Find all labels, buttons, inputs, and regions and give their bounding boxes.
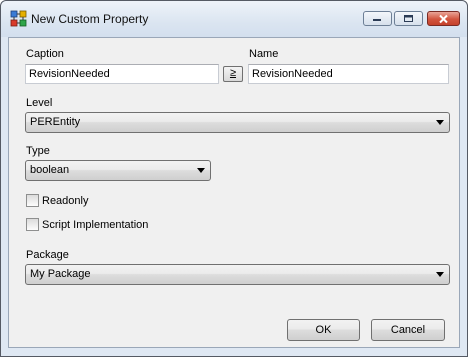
- minimize-icon: [373, 18, 381, 21]
- level-select-value: PEREntity: [30, 116, 81, 128]
- chevron-down-icon: [436, 120, 444, 125]
- caption-input[interactable]: RevisionNeeded: [25, 64, 219, 84]
- package-label: Package: [26, 249, 69, 261]
- caption-label: Caption: [26, 48, 64, 60]
- level-label: Level: [26, 97, 53, 109]
- copy-caption-to-name-button[interactable]: ≥: [223, 66, 243, 82]
- minimize-button[interactable]: [363, 11, 392, 26]
- ok-button[interactable]: OK: [287, 319, 360, 341]
- name-input[interactable]: RevisionNeeded: [248, 64, 449, 84]
- chevron-down-icon: [436, 272, 444, 277]
- type-select[interactable]: boolean: [25, 160, 211, 181]
- name-label: Name: [249, 48, 279, 60]
- cancel-button[interactable]: Cancel: [371, 319, 445, 341]
- maximize-button[interactable]: [394, 11, 423, 26]
- type-label: Type: [26, 145, 50, 157]
- type-select-value: boolean: [30, 164, 70, 176]
- package-select[interactable]: My Package: [25, 264, 450, 285]
- dialog-body: Caption RevisionNeeded ≥ Name RevisionNe…: [8, 37, 460, 348]
- maximize-icon: [404, 15, 413, 22]
- readonly-checkbox[interactable]: [26, 194, 39, 207]
- dialog-window: New Custom Property Caption RevisionNeed…: [0, 0, 468, 357]
- readonly-label: Readonly: [42, 195, 89, 207]
- title-bar[interactable]: New Custom Property: [1, 1, 467, 37]
- close-button[interactable]: [427, 11, 460, 26]
- script-implementation-label: Script Implementation: [42, 219, 149, 231]
- package-select-value: My Package: [30, 268, 91, 280]
- custom-property-icon: [10, 10, 27, 27]
- close-icon: [439, 14, 448, 23]
- level-select[interactable]: PEREntity: [25, 112, 450, 133]
- script-implementation-checkbox[interactable]: [26, 218, 39, 231]
- window-title: New Custom Property: [31, 12, 149, 26]
- chevron-down-icon: [197, 168, 205, 173]
